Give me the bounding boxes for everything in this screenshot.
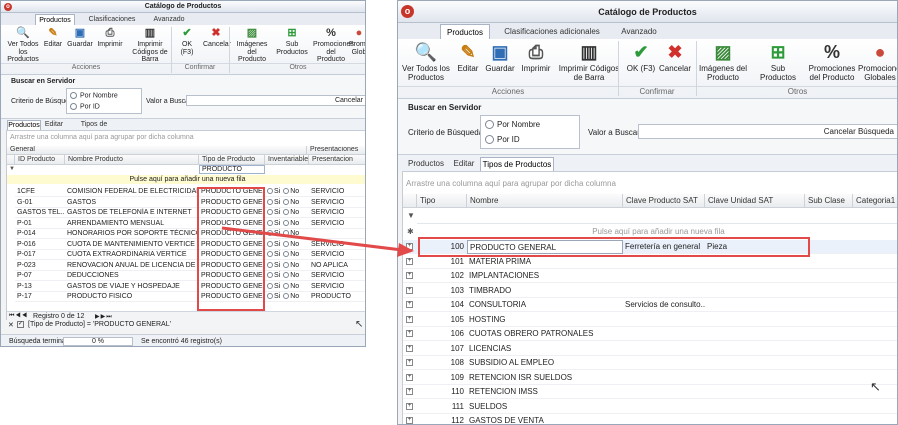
connector-arrow — [221, 226, 414, 257]
arrow-line — [221, 226, 403, 252]
arrow-head — [397, 243, 414, 257]
